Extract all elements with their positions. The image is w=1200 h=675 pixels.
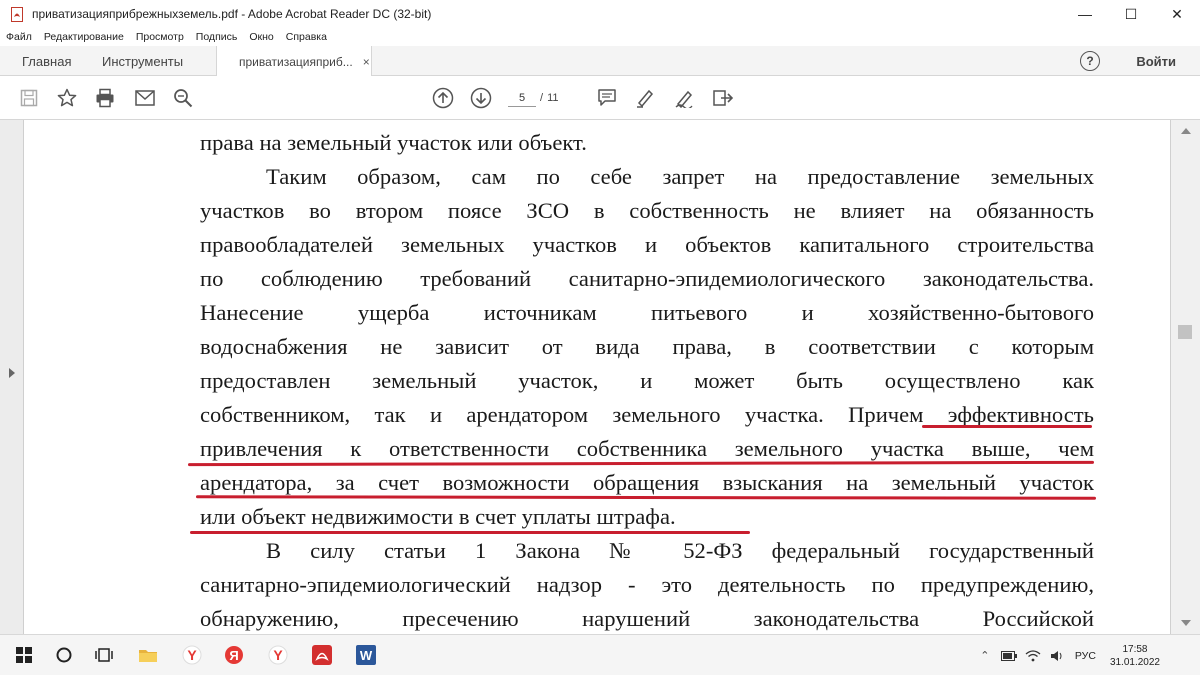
clock-date: 31.01.2022	[1109, 656, 1160, 668]
text-line: правообладателей земельных участков и об…	[200, 232, 1094, 257]
windows-start-icon[interactable]	[12, 643, 36, 667]
language-indicator[interactable]: РУС	[1075, 650, 1096, 662]
page-number-input[interactable]	[508, 89, 536, 107]
menu-file[interactable]: Файл	[6, 31, 32, 43]
text-line: участков во втором поясе ЗСО в собственн…	[200, 198, 1094, 223]
cortana-circle-icon[interactable]	[52, 643, 76, 667]
yandex-browser-icon[interactable]: Y	[180, 643, 204, 667]
more-tools-icon[interactable]	[712, 87, 734, 109]
page-separator: /	[540, 92, 544, 104]
scroll-thumb[interactable]	[1178, 325, 1192, 339]
svg-text:Y: Y	[273, 647, 283, 663]
text-line: предоставлен земельный участок, и может …	[200, 368, 1094, 393]
text-line: по соблюдению требований санитарно-эпиде…	[200, 266, 1094, 291]
wifi-icon[interactable]	[1025, 648, 1041, 664]
taskbar: Y Я Y W ⌃ РУС 17:58 31.01.2022	[0, 634, 1200, 675]
menu-bar: Файл Редактирование Просмотр Подпись Окн…	[0, 28, 1200, 46]
vertical-scrollbar[interactable]	[1170, 120, 1200, 634]
text-line: права на земельный участок или объект.	[200, 130, 587, 155]
tab-document[interactable]: приватизацияприб... ×	[216, 46, 372, 77]
chevron-up-icon[interactable]: ⌃	[977, 648, 993, 664]
highlight-pen-icon[interactable]	[634, 87, 656, 109]
red-underline	[190, 531, 750, 534]
tab-home[interactable]: Главная	[22, 46, 71, 76]
window-title: приватизацияприбрежныхземель.pdf - Adobe…	[32, 7, 432, 21]
scroll-up-icon[interactable]	[1181, 128, 1191, 134]
text-line: обнаружению, пресечению нарушений законо…	[200, 606, 1094, 631]
print-icon[interactable]	[94, 87, 116, 109]
menu-sign[interactable]: Подпись	[196, 31, 238, 43]
tab-document-label: приватизацияприб...	[239, 54, 353, 69]
text-line: или объект недвижимости в счет уплаты шт…	[200, 504, 676, 529]
text-line: Таким образом, сам по себе запрет на пре…	[266, 164, 1094, 189]
volume-icon[interactable]	[1049, 648, 1065, 664]
toolbar: / 11	[0, 76, 1200, 120]
bookmark-star-icon[interactable]	[56, 87, 78, 109]
page-text: права на земельный участок или объект. Т…	[200, 126, 1094, 634]
svg-text:W: W	[360, 648, 373, 663]
comment-icon[interactable]	[596, 87, 618, 109]
close-tab-icon[interactable]: ×	[363, 55, 370, 69]
email-icon[interactable]	[134, 87, 156, 109]
close-window-button[interactable]: ✕	[1154, 0, 1200, 28]
left-panel-toggle[interactable]	[0, 120, 24, 634]
svg-text:Я: Я	[229, 648, 238, 663]
pdf-page[interactable]: права на земельный участок или объект. Т…	[24, 120, 1170, 634]
task-view-icon[interactable]	[92, 643, 116, 667]
tab-bar: Главная Инструменты приватизацияприб... …	[0, 46, 1200, 77]
title-bar: приватизацияприбрежныхземель.pdf - Adobe…	[0, 0, 1200, 28]
minimize-button[interactable]: —	[1062, 0, 1108, 28]
text-line: санитарно-эпидемиологический надзор - эт…	[200, 572, 1094, 597]
file-explorer-icon[interactable]	[136, 643, 160, 667]
text-line: водоснабжения не зависит от вида права, …	[200, 334, 1094, 359]
page-navigator: / 11	[508, 88, 558, 108]
tab-tools[interactable]: Инструменты	[102, 46, 183, 76]
page-up-icon[interactable]	[432, 87, 454, 109]
clock[interactable]: 17:58 31.01.2022	[1110, 643, 1160, 669]
clock-time: 17:58	[1122, 643, 1148, 655]
text-line: В силу статьи 1 Закона № 52-ФЗ федеральн…	[266, 538, 1094, 563]
document-area[interactable]: права на земельный участок или объект. Т…	[0, 120, 1200, 634]
acrobat-reader-icon[interactable]	[310, 643, 334, 667]
menu-help[interactable]: Справка	[286, 31, 327, 43]
menu-edit[interactable]: Редактирование	[44, 31, 124, 43]
page-down-icon[interactable]	[470, 87, 492, 109]
red-underline	[922, 425, 1092, 428]
acrobat-app-icon	[10, 6, 24, 22]
maximize-button[interactable]: ☐	[1108, 0, 1154, 28]
save-icon[interactable]	[18, 87, 40, 109]
word-icon[interactable]: W	[354, 643, 378, 667]
scroll-down-icon[interactable]	[1181, 620, 1191, 626]
battery-icon[interactable]	[1000, 648, 1017, 664]
yandex-icon[interactable]: Я	[222, 643, 246, 667]
menu-view[interactable]: Просмотр	[136, 31, 184, 43]
text-line: Нанесение ущерба источникам питьевого и …	[200, 300, 1094, 325]
page-total: 11	[547, 92, 559, 104]
menu-window[interactable]: Окно	[249, 31, 273, 43]
system-tray: ⌃ РУС 17:58 31.01.2022	[969, 635, 1200, 675]
sign-in-button[interactable]: Войти	[1136, 46, 1176, 76]
fill-sign-icon[interactable]	[674, 87, 696, 109]
yandex-browser-2-icon[interactable]: Y	[266, 643, 290, 667]
search-zoom-icon[interactable]	[172, 87, 194, 109]
svg-text:Y: Y	[187, 647, 197, 663]
help-button[interactable]: ?	[1080, 51, 1100, 71]
expand-arrow-icon[interactable]	[9, 368, 15, 378]
